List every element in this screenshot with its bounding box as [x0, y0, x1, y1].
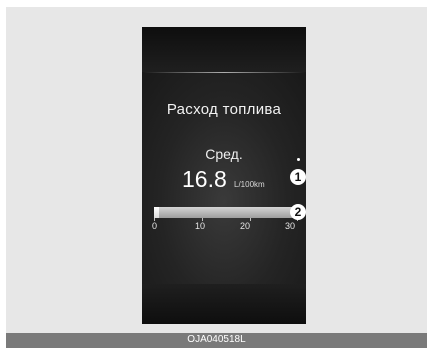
callout-marker-2: 2: [290, 204, 306, 220]
fuel-consumption-unit: L/100km: [234, 180, 265, 189]
caption-bar: OJA040518L: [6, 333, 427, 348]
gauge-tick-label: 30: [285, 221, 296, 231]
fuel-consumption-title: Расход топлива: [166, 101, 282, 118]
gauge-tick-label: 0: [152, 221, 158, 231]
callout-marker-1: 1: [290, 169, 306, 185]
display-top-band: [142, 27, 306, 72]
display-bottom-band: [142, 284, 306, 324]
figure-code: OJA040518L: [187, 334, 246, 345]
gauge-tick: [250, 218, 251, 221]
value-indicator-dot: [297, 158, 300, 161]
gauge-tick-label: 20: [240, 221, 251, 231]
consumption-gauge-bar: [154, 207, 298, 218]
gauge-tick-label: 10: [195, 221, 206, 231]
average-mode-label: Сред.: [205, 146, 243, 162]
consumption-gauge-fill: [154, 207, 159, 218]
cluster-display: Расход топлива Сред. 16.8 L/100km 0 10 2…: [142, 27, 306, 324]
fuel-consumption-value: 16.8: [182, 166, 227, 192]
